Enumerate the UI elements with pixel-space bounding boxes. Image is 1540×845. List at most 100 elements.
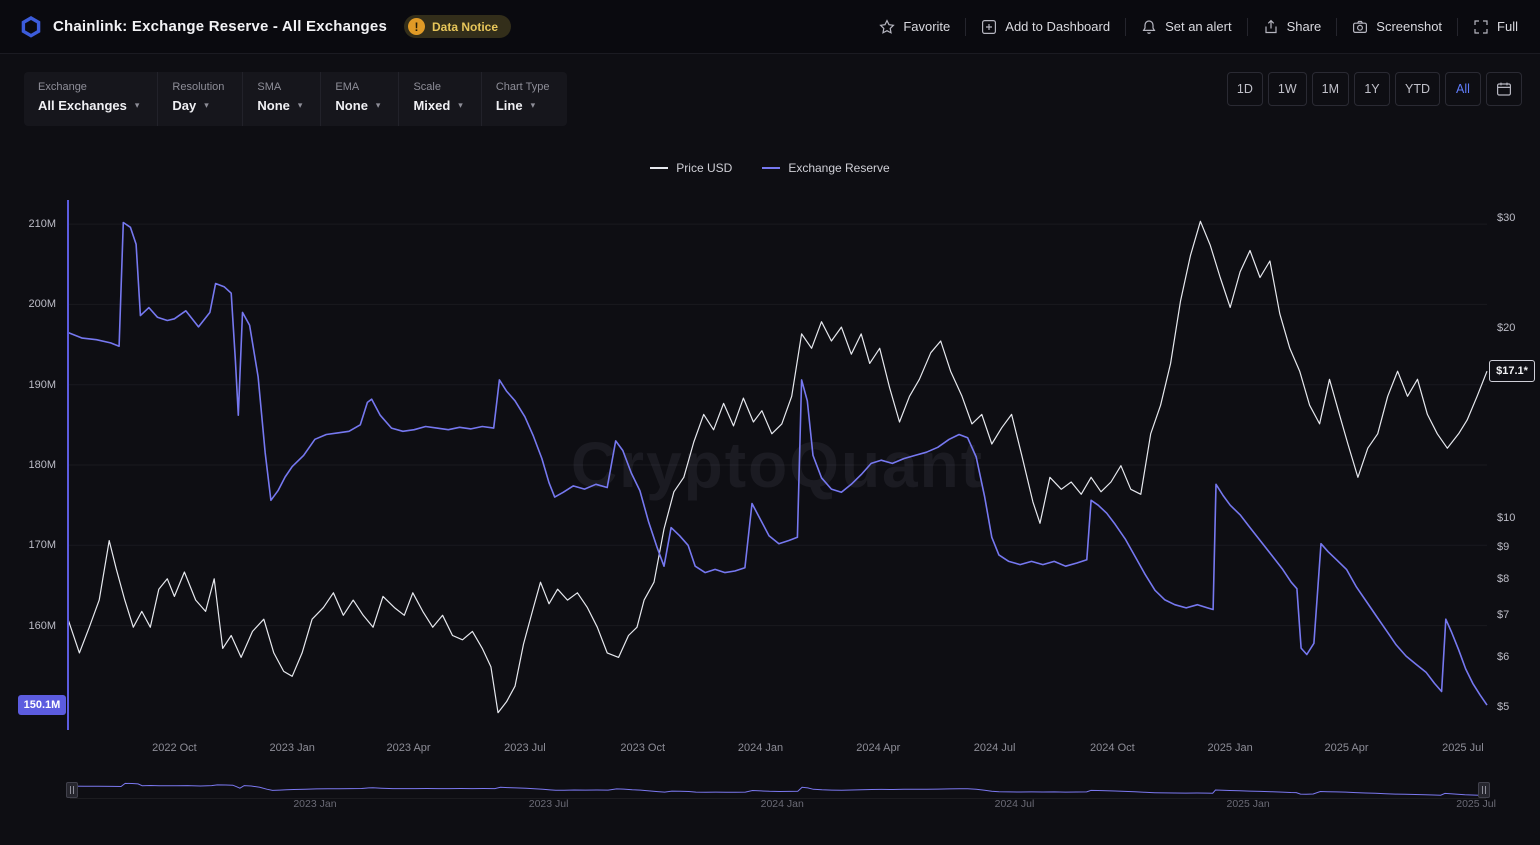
fullscreen-button[interactable]: Full xyxy=(1471,13,1520,41)
navigator-tick-label: 2023 Jan xyxy=(293,798,336,810)
data-notice-label: Data Notice xyxy=(432,20,498,34)
control-label: Chart Type xyxy=(496,81,550,93)
right-axis-tick-label: $6 xyxy=(1497,651,1509,663)
star-icon xyxy=(879,19,895,35)
x-axis-tick-label: 2023 Jul xyxy=(504,742,546,754)
chevron-down-icon: ▾ xyxy=(135,100,140,111)
divider xyxy=(1336,18,1337,36)
reserve-last-value-badge: 150.1M xyxy=(18,695,66,715)
control-label: SMA xyxy=(257,81,302,93)
right-axis-tick-label: $7 xyxy=(1497,609,1509,621)
screenshot-button[interactable]: Screenshot xyxy=(1350,13,1444,41)
x-axis-tick-label: 2024 Jan xyxy=(738,742,783,754)
x-axis-tick-label: 2025 Jan xyxy=(1208,742,1253,754)
share-icon xyxy=(1263,19,1279,35)
calendar-icon xyxy=(1496,81,1512,97)
x-axis-tick-label: 2024 Apr xyxy=(856,742,900,754)
sma-dropdown[interactable]: SMA None▾ xyxy=(243,72,321,126)
control-label: Exchange xyxy=(38,81,139,93)
x-axis-tick-label: 2023 Jan xyxy=(270,742,315,754)
left-axis-tick-label: 180M xyxy=(0,459,56,471)
price-series-line xyxy=(68,221,1487,712)
range-ytd-button[interactable]: YTD xyxy=(1395,72,1440,106)
left-axis-tick-label: 170M xyxy=(0,539,56,551)
range-1m-button[interactable]: 1M xyxy=(1312,72,1349,106)
price-last-value-badge: $17.1* xyxy=(1489,360,1535,382)
resolution-dropdown[interactable]: Resolution Day▾ xyxy=(158,72,243,126)
x-axis-tick-label: 2025 Jul xyxy=(1442,742,1484,754)
range-all-button[interactable]: All xyxy=(1445,72,1481,106)
left-axis-tick-label: 210M xyxy=(0,218,56,230)
left-axis-tick-label: 190M xyxy=(0,379,56,391)
reserve-axis-line xyxy=(67,200,69,730)
divider xyxy=(965,18,966,36)
chart-plot[interactable] xyxy=(68,200,1487,730)
set-alert-button[interactable]: Set an alert xyxy=(1139,13,1234,41)
legend-item-price-usd[interactable]: Price USD xyxy=(650,161,732,175)
range-1y-button[interactable]: 1Y xyxy=(1354,72,1390,106)
right-axis-tick-label: $20 xyxy=(1497,322,1515,334)
header-left: Chainlink: Exchange Reserve - All Exchan… xyxy=(20,15,511,38)
navigator-left-handle[interactable] xyxy=(66,782,78,798)
favorite-button[interactable]: Favorite xyxy=(877,13,952,41)
right-axis-tick-label: $10 xyxy=(1497,512,1515,524)
chevron-down-icon: ▾ xyxy=(376,100,381,111)
right-axis-tick-label: $30 xyxy=(1497,212,1515,224)
chart-type-dropdown[interactable]: Chart Type Line▾ xyxy=(482,72,568,126)
right-axis-tick-label: $9 xyxy=(1497,541,1509,553)
chart-navigator[interactable]: 2023 Jan 2023 Jul 2024 Jan 2024 Jul 2025 Jan… xyxy=(70,782,1486,812)
time-range-selector: 1D 1W 1M 1Y YTD All xyxy=(1227,72,1522,106)
add-to-dashboard-button[interactable]: Add to Dashboard xyxy=(979,13,1112,41)
navigator-reserve-line xyxy=(70,783,1486,795)
x-axis-tick-label: 2024 Jul xyxy=(974,742,1016,754)
camera-icon xyxy=(1352,19,1368,35)
chevron-down-icon: ▾ xyxy=(204,100,209,111)
header-actions: Favorite Add to Dashboard Set an alert S… xyxy=(877,13,1520,41)
divider xyxy=(1247,18,1248,36)
reserve-series-line xyxy=(68,223,1487,706)
exchange-dropdown[interactable]: Exchange All Exchanges▾ xyxy=(24,72,158,126)
range-calendar-button[interactable] xyxy=(1486,72,1522,106)
page-title: Chainlink: Exchange Reserve - All Exchan… xyxy=(53,18,387,35)
scale-dropdown[interactable]: Scale Mixed▾ xyxy=(399,72,481,126)
chevron-down-icon: ▾ xyxy=(458,100,463,111)
right-axis-tick-label: $8 xyxy=(1497,573,1509,585)
navigator-tick-label: 2025 Jul xyxy=(1456,798,1496,810)
share-button[interactable]: Share xyxy=(1261,13,1324,41)
header: Chainlink: Exchange Reserve - All Exchan… xyxy=(0,0,1540,54)
navigator-tick-label: 2023 Jul xyxy=(529,798,569,810)
data-notice-badge[interactable]: ! Data Notice xyxy=(404,15,511,38)
bell-icon xyxy=(1141,19,1157,35)
chevron-down-icon: ▾ xyxy=(531,100,536,111)
left-axis-tick-label: 200M xyxy=(0,298,56,310)
dashboard-plus-icon xyxy=(981,19,997,35)
x-axis-tick-label: 2023 Oct xyxy=(620,742,665,754)
price-line-swatch xyxy=(650,167,668,169)
control-label: EMA xyxy=(335,81,380,93)
chainlink-logo-icon xyxy=(20,16,42,38)
warning-icon: ! xyxy=(408,18,425,35)
navigator-tick-label: 2024 Jul xyxy=(995,798,1035,810)
reserve-line-swatch xyxy=(762,167,780,169)
x-axis-tick-label: 2025 Apr xyxy=(1324,742,1368,754)
left-axis-tick-label: 160M xyxy=(0,620,56,632)
main-chart[interactable]: CryptoQuant 150.1M $17.1* 210M200M190M18… xyxy=(0,200,1540,730)
legend-item-exchange-reserve[interactable]: Exchange Reserve xyxy=(762,161,889,175)
navigator-tick-label: 2025 Jan xyxy=(1227,798,1270,810)
ema-dropdown[interactable]: EMA None▾ xyxy=(321,72,399,126)
range-1d-button[interactable]: 1D xyxy=(1227,72,1263,106)
range-1w-button[interactable]: 1W xyxy=(1268,72,1307,106)
chart-legend: Price USD Exchange Reserve xyxy=(0,161,1540,175)
navigator-sparkline xyxy=(70,782,1486,799)
app-root: Chainlink: Exchange Reserve - All Exchan… xyxy=(0,0,1540,845)
expand-icon xyxy=(1473,19,1489,35)
chevron-down-icon: ▾ xyxy=(298,100,303,111)
chart-settings-toolbar: Exchange All Exchanges▾ Resolution Day▾ … xyxy=(24,72,567,126)
control-label: Resolution xyxy=(172,81,224,93)
navigator-right-handle[interactable] xyxy=(1478,782,1490,798)
x-axis-tick-label: 2023 Apr xyxy=(387,742,431,754)
right-axis-tick-label: $5 xyxy=(1497,701,1509,713)
divider xyxy=(1125,18,1126,36)
control-label: Scale xyxy=(413,81,462,93)
navigator-tick-label: 2024 Jan xyxy=(761,798,804,810)
